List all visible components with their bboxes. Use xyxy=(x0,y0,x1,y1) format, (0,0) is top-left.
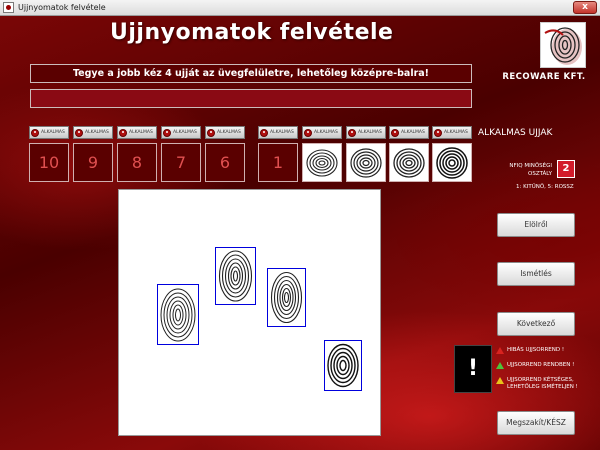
red-dot-icon xyxy=(119,128,127,137)
finger-slot-5 xyxy=(432,143,472,182)
next-button[interactable]: Következő xyxy=(497,312,575,336)
nfiq-label: NFIQ MINŐSÉGI OSZTÁLY xyxy=(509,163,552,177)
brand-name: RECOWARE KFT. xyxy=(502,72,586,82)
finger-5-suitable-button[interactable]: ALKALMAS xyxy=(432,126,472,139)
close-button[interactable]: x xyxy=(573,1,597,14)
finger-1-suitable-button[interactable]: ALKALMAS xyxy=(258,126,298,139)
main-panel: Ujjnyomatok felvétele RECOWARE KFT. Tegy… xyxy=(0,16,600,450)
logo-fingerprint-icon xyxy=(541,23,585,67)
red-dot-icon xyxy=(163,128,171,137)
red-dot-icon xyxy=(75,128,83,137)
finger-10-suitable-button[interactable]: ALKALMAS xyxy=(29,126,69,139)
warning-red-icon xyxy=(496,347,504,354)
repeat-button[interactable]: Ismétlés xyxy=(497,262,575,286)
cancel-done-button[interactable]: Megszakít/KÉSZ xyxy=(497,411,575,435)
fingerprint-icon xyxy=(218,250,253,302)
finger-2-suitable-button[interactable]: ALKALMAS xyxy=(302,126,342,139)
finger-slot-10: 10 xyxy=(29,143,69,182)
fingerprint-icon xyxy=(306,148,338,177)
fingerprint-icon xyxy=(350,147,382,178)
warning-yellow-icon xyxy=(496,377,504,384)
legend-order-ok: UJJSORREND RENDBEN ! xyxy=(496,362,574,369)
progress-bar xyxy=(30,89,472,108)
red-dot-icon xyxy=(207,128,215,137)
restart-button[interactable]: Elölről xyxy=(497,213,575,237)
legend-order-doubtful: UJJSORREND KÉTSÉGES, LEHETŐLEG ISMÉTELJE… xyxy=(496,377,591,391)
finger-slot-7: 7 xyxy=(161,143,201,182)
finger-3-suitable-button[interactable]: ALKALMAS xyxy=(346,126,386,139)
red-dot-icon xyxy=(391,128,399,137)
red-dot-icon xyxy=(260,128,268,137)
finger-slot-4 xyxy=(389,143,429,182)
suitable-fingers-title: ALKALMAS UJJAK xyxy=(478,128,553,138)
nfiq-quality-value: 2 xyxy=(557,160,575,178)
fingerprint-icon xyxy=(160,288,196,341)
red-dot-icon xyxy=(434,128,442,137)
detected-fingerprint xyxy=(324,340,362,391)
fingerprint-icon xyxy=(270,271,303,324)
finger-4-suitable-button[interactable]: ALKALMAS xyxy=(389,126,429,139)
fingerprint-icon xyxy=(436,146,468,179)
detected-fingerprint xyxy=(215,247,256,305)
finger-6-suitable-button[interactable]: ALKALMAS xyxy=(205,126,245,139)
finger-8-suitable-button[interactable]: ALKALMAS xyxy=(117,126,157,139)
detected-fingerprint xyxy=(157,284,199,345)
finger-slot-9: 9 xyxy=(73,143,113,182)
warning-green-icon xyxy=(496,362,504,369)
detected-fingerprint xyxy=(267,268,306,327)
fingerprint-icon xyxy=(327,343,359,388)
finger-7-suitable-button[interactable]: ALKALMAS xyxy=(161,126,201,139)
scanner-preview xyxy=(118,189,381,436)
window-titlebar: Ujjnyomatok felvétele x xyxy=(0,0,600,16)
status-indicator: ! xyxy=(454,345,492,393)
legend-wrong-order: HIBÁS UJJSORREND ! xyxy=(496,347,564,354)
logo xyxy=(540,22,586,68)
finger-slot-1: 1 xyxy=(258,143,298,182)
finger-slot-8: 8 xyxy=(117,143,157,182)
finger-slot-3 xyxy=(346,143,386,182)
nfiq-legend: 1: KITŰNŐ, 5: ROSSZ xyxy=(516,184,574,190)
finger-slot-6: 6 xyxy=(205,143,245,182)
red-dot-icon xyxy=(304,128,312,137)
page-title: Ujjnyomatok felvétele xyxy=(110,20,394,45)
window-title: Ujjnyomatok felvétele xyxy=(18,3,106,12)
app-icon xyxy=(3,2,14,13)
red-dot-icon xyxy=(31,128,39,137)
red-dot-icon xyxy=(348,128,356,137)
fingerprint-icon xyxy=(393,147,425,178)
instruction-text: Tegye a jobb kéz 4 ujját az üvegfelületr… xyxy=(30,64,472,83)
finger-slot-2 xyxy=(302,143,342,182)
finger-9-suitable-button[interactable]: ALKALMAS xyxy=(73,126,113,139)
